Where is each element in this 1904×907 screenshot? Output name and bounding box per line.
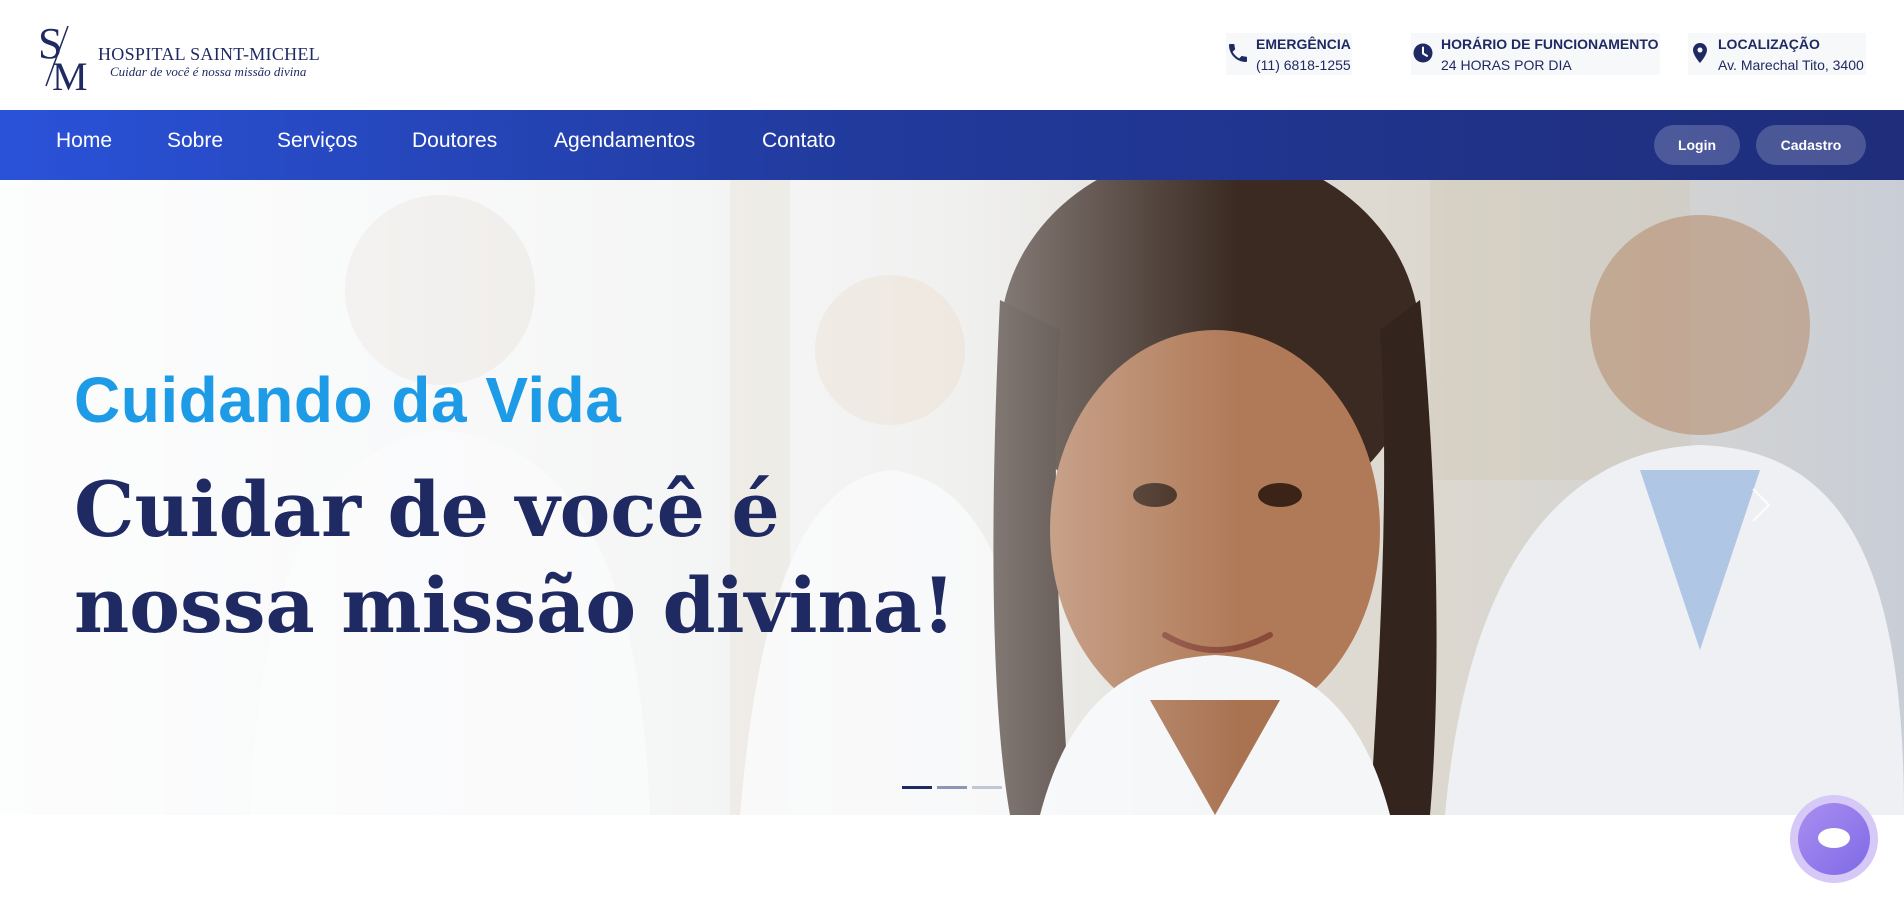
clock-icon bbox=[1413, 43, 1433, 63]
chat-bubble-icon bbox=[1818, 828, 1850, 848]
location-pin-icon bbox=[1693, 43, 1707, 63]
location-info: LOCALIZAÇÃO Av. Marechal Tito, 3400 bbox=[1688, 33, 1866, 75]
emergency-title: EMERGÊNCIA bbox=[1256, 36, 1351, 52]
nav-agendamentos[interactable]: Agendamentos bbox=[554, 129, 695, 153]
nav-sobre[interactable]: Sobre bbox=[167, 129, 223, 153]
main-navbar: Home Sobre Serviços Doutores Agendamento… bbox=[0, 110, 1904, 180]
login-button[interactable]: Login bbox=[1654, 125, 1740, 165]
signup-button[interactable]: Cadastro bbox=[1756, 125, 1866, 165]
hospital-name: HOSPITAL SAINT-MICHEL bbox=[98, 44, 321, 64]
hero-title: Cuidar de você é nossa missão divina! bbox=[74, 465, 956, 650]
phone-icon bbox=[1229, 44, 1247, 62]
opening-hours-value: 24 HORAS POR DIA bbox=[1441, 57, 1572, 73]
emergency-info: EMERGÊNCIA (11) 6818-1255 bbox=[1226, 33, 1352, 75]
carousel-next-arrow-icon[interactable] bbox=[1749, 485, 1773, 525]
chat-widget-button[interactable] bbox=[1790, 795, 1878, 883]
top-header: S M HOSPITAL SAINT-MICHEL Cuidar de você… bbox=[0, 0, 1904, 110]
hospital-tagline: Cuidar de você é nossa missão divina bbox=[110, 64, 307, 79]
hospital-logo[interactable]: S M HOSPITAL SAINT-MICHEL Cuidar de você… bbox=[38, 18, 328, 94]
logo-monogram-m: M bbox=[52, 54, 88, 94]
nav-servicos[interactable]: Serviços bbox=[277, 129, 358, 153]
nav-contato[interactable]: Contato bbox=[762, 129, 836, 153]
location-address[interactable]: Av. Marechal Tito, 3400 bbox=[1718, 57, 1864, 73]
chat-button-inner bbox=[1798, 803, 1870, 875]
emergency-phone[interactable]: (11) 6818-1255 bbox=[1256, 57, 1351, 73]
nav-home[interactable]: Home bbox=[56, 129, 112, 153]
hero-carousel: Cuidando da Vida Cuidar de você é nossa … bbox=[0, 180, 1904, 815]
hero-subtitle: Cuidando da Vida bbox=[74, 364, 622, 436]
opening-hours-info: HORÁRIO DE FUNCIONAMENTO 24 HORAS POR DI… bbox=[1411, 33, 1660, 75]
nav-doutores[interactable]: Doutores bbox=[412, 129, 497, 153]
opening-hours-title: HORÁRIO DE FUNCIONAMENTO bbox=[1441, 36, 1659, 52]
carousel-indicator-2[interactable] bbox=[937, 786, 967, 789]
logo-monogram: S M bbox=[38, 19, 88, 94]
carousel-indicator-3[interactable] bbox=[972, 786, 1002, 789]
location-title: LOCALIZAÇÃO bbox=[1718, 36, 1820, 52]
carousel-indicator-1[interactable] bbox=[902, 786, 932, 789]
